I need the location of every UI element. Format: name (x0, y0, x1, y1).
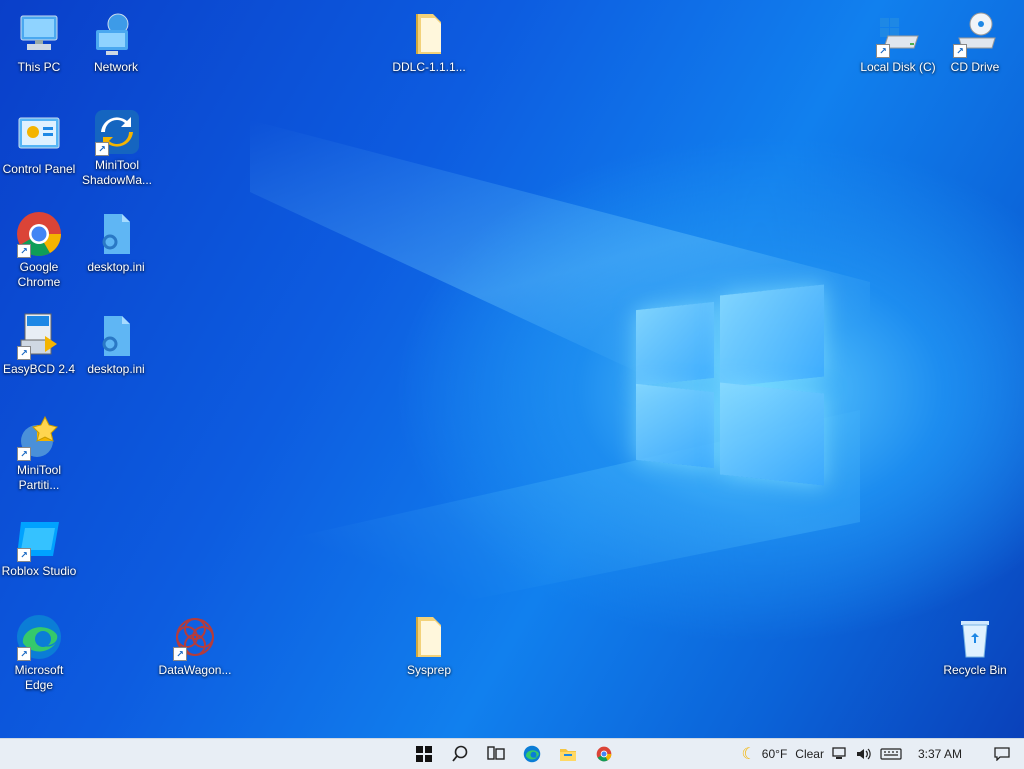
icon-label: desktop.ini (87, 260, 145, 274)
easybcd-icon: ↗ (15, 312, 63, 360)
folder-icon (405, 613, 453, 661)
desktop-icon-this-pc[interactable]: This PC (1, 10, 77, 75)
chrome-icon[interactable] (588, 739, 620, 769)
weather-condition: Clear (795, 747, 824, 761)
icon-label: DDLC-1.1.1... (392, 60, 466, 74)
icon-label: MiniTool Partiti... (16, 463, 61, 492)
desktop-icon-recycle-bin[interactable]: Recycle Bin (937, 613, 1013, 678)
desktop-icon-microsoft-edge[interactable]: ↗ Microsoft Edge (1, 613, 77, 693)
shortcut-arrow-icon: ↗ (17, 548, 31, 562)
desktop-icon-desktop-ini-1[interactable]: desktop.ini (78, 210, 154, 275)
icon-label: Sysprep (406, 663, 452, 677)
weather-widget[interactable]: ☾ 60°F Clear (741, 744, 824, 764)
keyboard-icon[interactable] (880, 747, 902, 761)
edge-icon[interactable] (516, 739, 548, 769)
desktop-icon-cd-drive[interactable]: ↗ CD Drive (937, 10, 1013, 75)
windows-logo-wallpaper (636, 284, 824, 486)
shortcut-arrow-icon: ↗ (173, 647, 187, 661)
icon-label: EasyBCD 2.4 (2, 362, 76, 376)
shortcut-arrow-icon: ↗ (95, 142, 109, 156)
desktop-icon-google-chrome[interactable]: ↗ Google Chrome (1, 210, 77, 290)
desktop-icon-network[interactable]: Network (78, 10, 154, 75)
monitor-icon (15, 10, 63, 58)
desktop-icon-minitool-shadowmaker[interactable]: ↗ MiniTool ShadowMa... (78, 108, 156, 188)
icon-label: Local Disk (C) (860, 60, 936, 74)
icon-label: Google Chrome (17, 260, 61, 289)
settings-file-icon (92, 312, 140, 360)
desktop-icon-control-panel[interactable]: Control Panel (1, 112, 77, 177)
shortcut-arrow-icon: ↗ (17, 647, 31, 661)
desktop-icon-minitool-partition[interactable]: ↗ MiniTool Partiti... (1, 413, 77, 493)
desktop-icon-local-disk[interactable]: ↗ Local Disk (C) (858, 10, 938, 75)
clock[interactable]: 3:37 AM (918, 747, 962, 761)
minitool-shadowmaker-icon: ↗ (93, 108, 141, 156)
icon-label: desktop.ini (87, 362, 145, 376)
icon-label: Recycle Bin (943, 663, 1007, 677)
desktop-icon-easybcd[interactable]: ↗ EasyBCD 2.4 (1, 312, 77, 377)
icon-label: CD Drive (950, 60, 1000, 74)
task-view-icon[interactable] (480, 739, 512, 769)
settings-file-icon (92, 210, 140, 258)
icon-label: Roblox Studio (1, 564, 77, 578)
taskbar: ☾ 60°F Clear 3:37 AM (0, 738, 1024, 769)
desktop-icon-roblox-studio[interactable]: ↗ Roblox Studio (1, 514, 77, 579)
folder-icon (405, 10, 453, 58)
file-explorer-icon[interactable] (552, 739, 584, 769)
volume-icon[interactable] (856, 747, 872, 761)
datawagon-icon: ↗ (171, 613, 219, 661)
icon-label: MiniTool ShadowMa... (81, 158, 153, 187)
icon-label: Control Panel (2, 162, 76, 176)
edge-icon: ↗ (15, 613, 63, 661)
shortcut-arrow-icon: ↗ (953, 44, 967, 58)
start-icon[interactable] (408, 739, 440, 769)
roblox-studio-icon: ↗ (15, 514, 63, 562)
chrome-icon: ↗ (15, 210, 63, 258)
icon-label: This PC (17, 60, 61, 74)
notification-icon[interactable] (994, 747, 1010, 761)
network-globe-icon (92, 10, 140, 58)
desktop-icon-desktop-ini-2[interactable]: desktop.ini (78, 312, 154, 377)
shortcut-arrow-icon: ↗ (17, 346, 31, 360)
icon-label: DataWagon... (158, 663, 232, 677)
system-tray: ☾ 60°F Clear 3:37 AM (741, 739, 1024, 769)
weather-temp: 60°F (761, 747, 788, 761)
search-icon[interactable] (444, 739, 476, 769)
icon-label: Microsoft Edge (14, 663, 64, 692)
recycle-bin-icon (951, 613, 999, 661)
hard-drive-icon: ↗ (874, 10, 922, 58)
icon-label: Network (93, 60, 138, 74)
shortcut-arrow-icon: ↗ (876, 44, 890, 58)
taskbar-apps (408, 739, 620, 769)
control-panel-icon (15, 112, 63, 160)
network-icon[interactable] (832, 747, 848, 761)
desktop-icon-ddlc-folder[interactable]: DDLC-1.1.1... (390, 10, 468, 75)
desktop-icon-sysprep-folder[interactable]: Sysprep (390, 613, 468, 678)
shortcut-arrow-icon: ↗ (17, 447, 31, 461)
minitool-partition-icon: ↗ (15, 413, 63, 461)
moon-icon: ☾ (741, 746, 756, 763)
cd-drive-icon: ↗ (951, 10, 999, 58)
shortcut-arrow-icon: ↗ (17, 244, 31, 258)
desktop-icon-datawagon[interactable]: ↗ DataWagon... (156, 613, 234, 678)
